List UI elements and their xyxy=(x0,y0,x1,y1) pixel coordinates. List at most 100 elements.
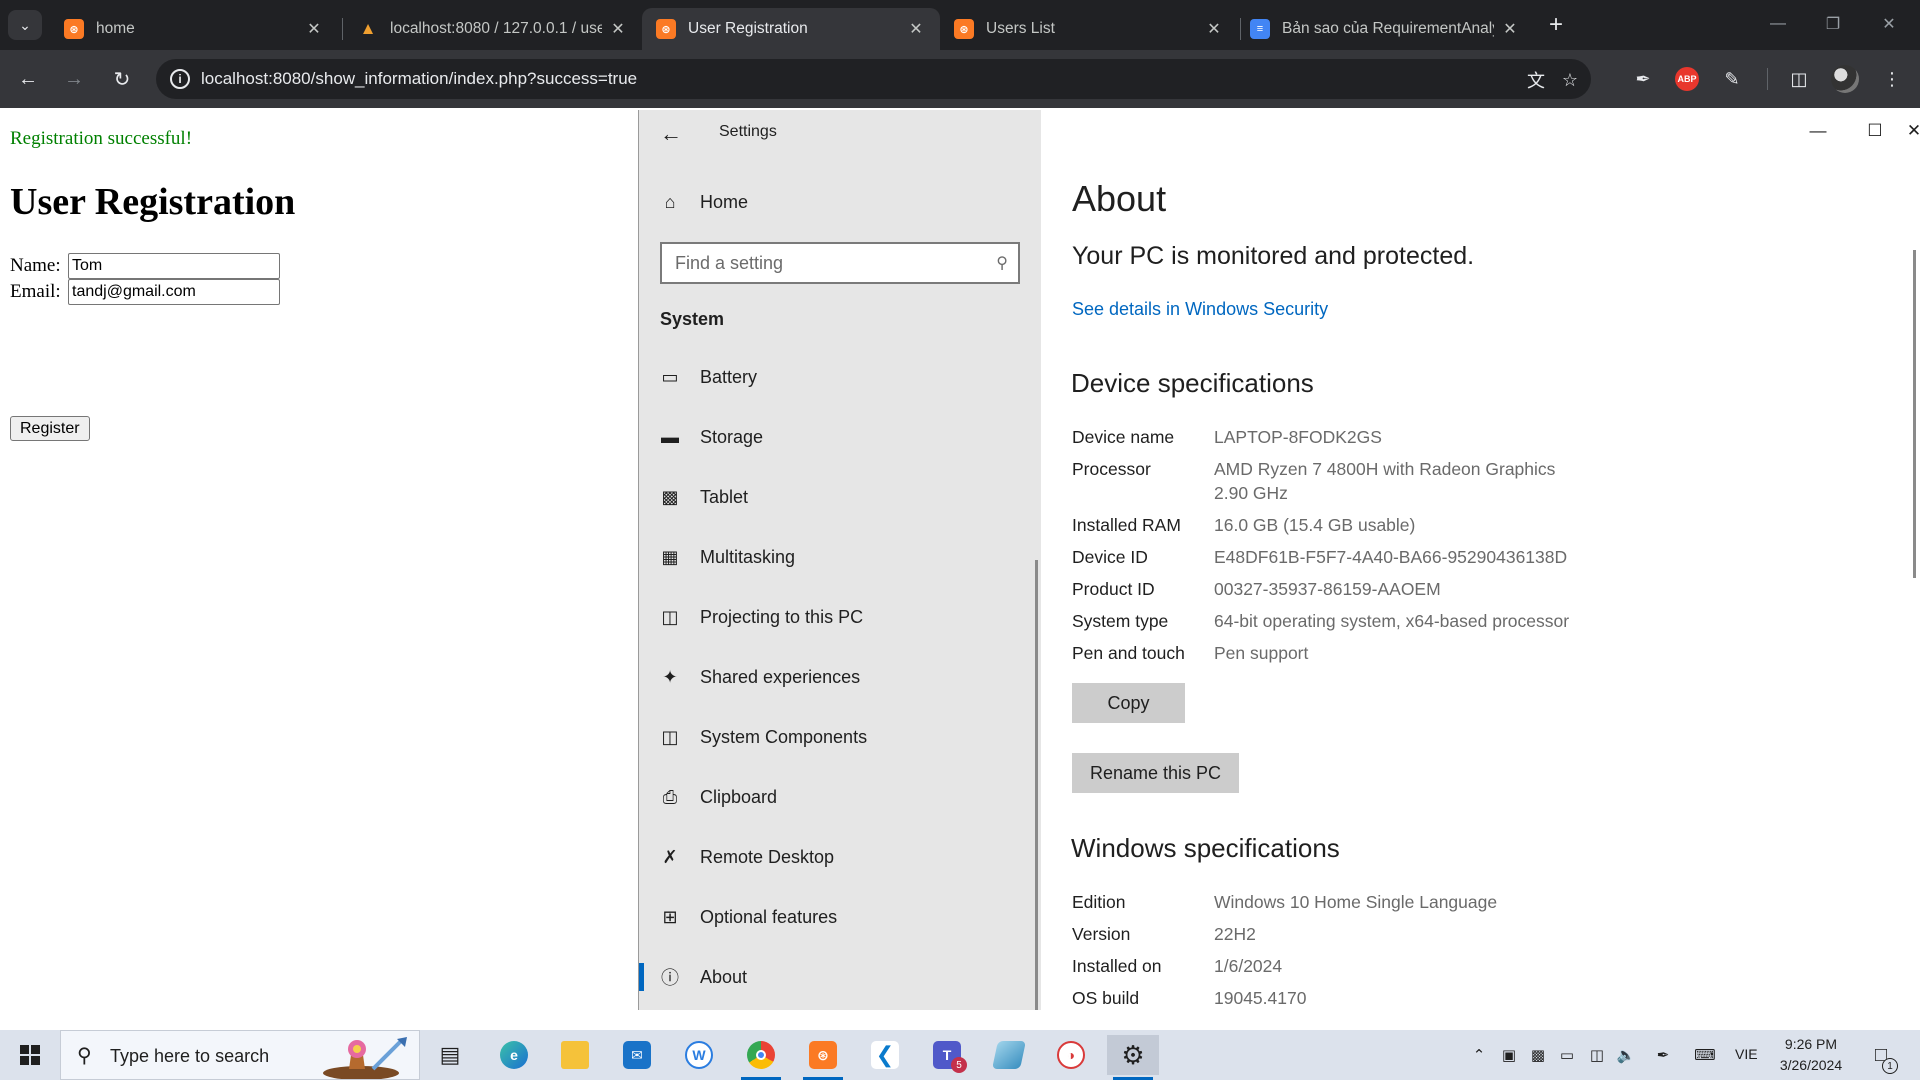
close-tab-icon[interactable]: ✕ xyxy=(608,19,628,39)
tab-users-list[interactable]: ⊛ Users List ✕ xyxy=(940,8,1238,50)
tab-title: Bản sao của RequirementAnaly xyxy=(1282,20,1494,37)
nav-scrollbar[interactable] xyxy=(1035,560,1038,1010)
processor-name: AMD Ryzen 7 4800H with Radeon Graphics xyxy=(1214,459,1556,479)
avatar xyxy=(1831,65,1859,93)
spec-value: 16.0 GB (15.4 GB usable) xyxy=(1214,515,1416,535)
network-icon[interactable]: ◫ xyxy=(1586,1044,1608,1066)
app-icon xyxy=(992,1041,1026,1069)
tablet-icon: ▩ xyxy=(661,486,679,507)
arrow-left-icon: ← xyxy=(18,67,38,90)
reload-icon: ↻ xyxy=(113,68,131,91)
nav-item-storage[interactable]: ▬ Storage xyxy=(639,415,1041,459)
settings-maximize-button[interactable]: ☐ xyxy=(1852,116,1898,146)
restore-button[interactable]: ❐ xyxy=(1810,8,1856,40)
back-arrow-icon[interactable]: ← xyxy=(657,120,685,148)
start-button[interactable] xyxy=(0,1030,60,1080)
taskbar-word-app[interactable]: W xyxy=(673,1035,725,1075)
protection-status: Your PC is monitored and protected. xyxy=(1072,242,1475,270)
browser-menu-icon[interactable]: ⋮ xyxy=(1877,64,1907,94)
back-button[interactable]: ← xyxy=(12,63,44,95)
nav-item-shared-experiences[interactable]: ✦ Shared experiences xyxy=(639,655,1041,699)
reload-button[interactable]: ↻ xyxy=(106,63,138,95)
content-scrollbar[interactable] xyxy=(1913,250,1916,578)
new-tab-button[interactable]: + xyxy=(1540,10,1572,40)
url-text[interactable]: localhost:8080/show_information/index.ph… xyxy=(201,69,637,89)
tab-google-doc[interactable]: ≡ Bản sao của RequirementAnaly ✕ xyxy=(1236,8,1534,50)
taskbar-vscode[interactable]: ❮ xyxy=(859,1035,911,1075)
spec-key: Installed RAM xyxy=(1072,515,1181,535)
close-tab-icon[interactable]: ✕ xyxy=(1500,19,1520,39)
windows-logo-icon xyxy=(20,1045,40,1065)
nav-item-battery[interactable]: ▭ Battery xyxy=(639,355,1041,399)
spec-value: LAPTOP-8FODK2GS xyxy=(1214,427,1382,447)
taskbar-edge[interactable]: e xyxy=(488,1035,540,1075)
spec-key: Edition xyxy=(1072,892,1126,912)
nav-item-projecting[interactable]: ◫ Projecting to this PC xyxy=(639,595,1041,639)
taskbar-chrome[interactable] xyxy=(735,1035,787,1080)
copy-button[interactable]: Copy xyxy=(1072,683,1185,723)
translate-icon[interactable]: 文 xyxy=(1524,68,1548,92)
nav-item-system-components[interactable]: ◫ System Components xyxy=(639,715,1041,759)
extensions-puzzle-icon[interactable]: ✎ xyxy=(1717,64,1747,94)
taskbar-xampp[interactable]: ⊛ xyxy=(797,1035,849,1080)
taskbar-settings[interactable]: ⚙ xyxy=(1107,1035,1159,1080)
input-language-indicator[interactable]: VIE xyxy=(1735,1046,1758,1062)
site-info-icon[interactable]: i xyxy=(170,69,190,89)
show-hidden-icons-button[interactable]: ⌃ xyxy=(1468,1044,1490,1066)
volume-icon[interactable]: 🔈 xyxy=(1615,1044,1637,1066)
profile-avatar[interactable] xyxy=(1830,64,1860,94)
taskbar-file-explorer[interactable] xyxy=(549,1035,601,1075)
taskbar-teams[interactable]: T 5 xyxy=(921,1035,973,1075)
nav-item-label: Shared experiences xyxy=(700,666,861,687)
spec-value: 64-bit operating system, x64-based proce… xyxy=(1214,611,1570,631)
tab-home[interactable]: ⊛ home ✕ xyxy=(50,8,338,50)
tab-phpmyadmin[interactable]: ▲ localhost:8080 / 127.0.0.1 / use ✕ xyxy=(344,8,642,50)
nav-item-tablet[interactable]: ▩ Tablet xyxy=(639,475,1041,519)
tab-user-registration[interactable]: ⊛ User Registration ✕ xyxy=(642,8,940,50)
nav-item-remote-desktop[interactable]: ✗ Remote Desktop xyxy=(639,835,1041,879)
register-button[interactable]: Register xyxy=(10,416,90,441)
clipboard-icon: ⎙ xyxy=(662,786,678,807)
settings-close-button[interactable]: ✕ xyxy=(1907,116,1920,146)
taskbar-clock[interactable]: 9:26 PM 3/26/2024 xyxy=(1768,1034,1854,1076)
spec-key: Version xyxy=(1072,924,1131,944)
rename-pc-button[interactable]: Rename this PC xyxy=(1072,753,1240,793)
windows-security-link[interactable]: See details in Windows Security xyxy=(1072,299,1328,320)
side-panel-icon[interactable]: ◫ xyxy=(1784,64,1814,94)
nav-item-about[interactable]: ⓘ About xyxy=(639,955,1041,999)
taskbar-mail[interactable]: ✉ xyxy=(611,1035,663,1075)
name-field[interactable] xyxy=(68,253,280,279)
taskbar-paint-app[interactable]: ◑ xyxy=(1045,1035,1097,1075)
clock-time: 9:26 PM xyxy=(1784,1036,1838,1052)
name-label: Name: xyxy=(10,255,61,276)
pen-workspace-icon[interactable]: ✒ xyxy=(1652,1044,1674,1066)
taskbar-app-blue[interactable] xyxy=(983,1035,1035,1075)
settings-minimize-button[interactable]: — xyxy=(1795,116,1841,146)
close-tab-icon[interactable]: ✕ xyxy=(304,19,324,39)
forward-button[interactable]: → xyxy=(58,63,90,95)
touch-keyboard-icon[interactable]: ⌨ xyxy=(1690,1044,1720,1066)
nav-item-optional-features[interactable]: ⊞ Optional features xyxy=(639,895,1041,939)
email-field[interactable] xyxy=(68,279,280,305)
adblock-extension-button[interactable]: ABP xyxy=(1672,64,1702,94)
nav-item-clipboard[interactable]: ⎙ Clipboard xyxy=(639,775,1041,819)
tray-app-icon[interactable]: ▣ xyxy=(1498,1044,1520,1066)
task-view-button[interactable]: ▤ xyxy=(424,1035,476,1075)
tab-search-button[interactable]: ⌄ xyxy=(8,10,42,40)
nav-item-home[interactable]: ⌂ Home xyxy=(639,180,1041,224)
settings-search-input[interactable]: Find a setting ⚲ xyxy=(660,242,1020,284)
spec-row-processor: Processor AMD Ryzen 7 4800H with Radeon … xyxy=(1072,457,1892,505)
close-tab-icon[interactable]: ✕ xyxy=(906,19,926,39)
w-app-icon: W xyxy=(685,1041,713,1069)
bookmark-star-icon[interactable]: ☆ xyxy=(1558,68,1582,92)
close-window-button[interactable]: ✕ xyxy=(1866,8,1912,40)
pen-extension-icon[interactable]: ✒ xyxy=(1628,64,1658,94)
close-tab-icon[interactable]: ✕ xyxy=(1204,19,1224,39)
tray-meet-icon[interactable]: ▩ xyxy=(1527,1044,1549,1066)
tab-title: Users List xyxy=(986,20,1055,37)
battery-status-icon[interactable]: ▭ xyxy=(1556,1044,1578,1066)
minimize-button[interactable]: — xyxy=(1755,8,1801,40)
address-bar[interactable]: i localhost:8080/show_information/index.… xyxy=(156,59,1591,99)
taskbar-search-box[interactable]: ⚲ Type here to search xyxy=(60,1030,420,1080)
nav-item-multitasking[interactable]: ▦ Multitasking xyxy=(639,535,1041,579)
